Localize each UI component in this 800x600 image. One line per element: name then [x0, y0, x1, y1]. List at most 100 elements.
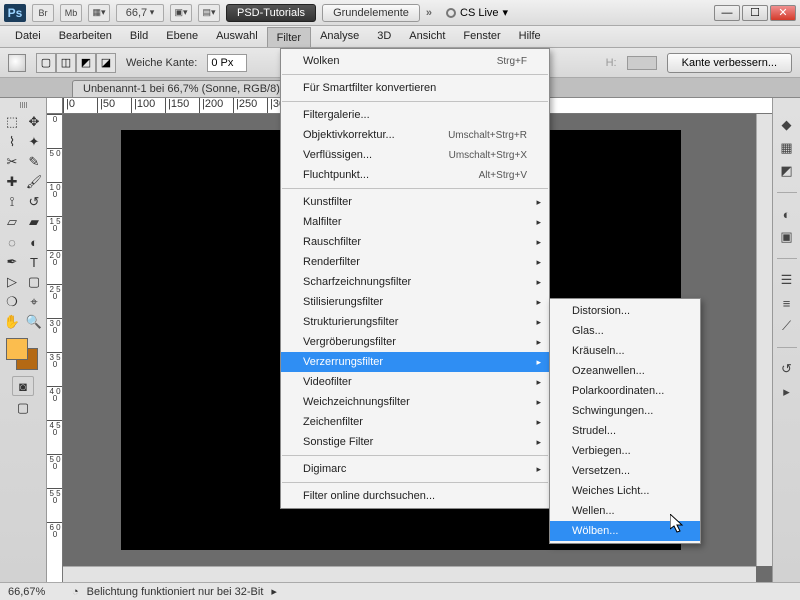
layers-panel-icon[interactable]: ☰: [778, 271, 796, 289]
mi-renderfilter[interactable]: Renderfilter: [281, 252, 549, 272]
swatches-panel-icon[interactable]: ▦: [778, 139, 796, 157]
smi-weiches-licht[interactable]: Weiches Licht...: [550, 481, 700, 501]
adjust-panel-icon[interactable]: ◐: [778, 205, 796, 223]
chevrons-icon[interactable]: »: [426, 7, 432, 19]
menu-hilfe[interactable]: Hilfe: [510, 26, 550, 47]
camera-tool-icon[interactable]: ⌖: [23, 292, 45, 312]
menu-bild[interactable]: Bild: [121, 26, 157, 47]
mi-filter-online[interactable]: Filter online durchsuchen...: [281, 486, 549, 506]
color-swatches[interactable]: [6, 338, 40, 372]
refine-edge-button[interactable]: Kante verbessern...: [667, 53, 792, 73]
mi-sonstige[interactable]: Sonstige Filter: [281, 432, 549, 452]
window-maximize-button[interactable]: ☐: [742, 5, 768, 21]
minibridge-icon[interactable]: Mb: [60, 4, 82, 22]
sel-sub-icon[interactable]: ◩: [76, 53, 96, 73]
window-close-button[interactable]: ✕: [770, 5, 796, 21]
wand-tool-icon[interactable]: ✦: [23, 132, 45, 152]
masks-panel-icon[interactable]: ▣: [778, 228, 796, 246]
screenmode-icon[interactable]: ▦▾: [88, 4, 110, 22]
mi-filtergalerie[interactable]: Filtergalerie...: [281, 105, 549, 125]
ruler-origin[interactable]: [47, 98, 63, 114]
status-zoom[interactable]: 66,67%: [8, 586, 64, 598]
smi-glas[interactable]: Glas...: [550, 321, 700, 341]
extras-icon[interactable]: ▤▾: [198, 4, 220, 22]
screenmode-tool-icon[interactable]: ▢: [12, 398, 34, 418]
bucket-tool-icon[interactable]: ▰: [23, 212, 45, 232]
psd-tutorials-button[interactable]: PSD-Tutorials: [226, 4, 316, 22]
hand-tool-icon[interactable]: ✋: [1, 312, 23, 332]
smi-schwingungen[interactable]: Schwingungen...: [550, 401, 700, 421]
path-tool-icon[interactable]: ▷: [1, 272, 23, 292]
smi-strudel[interactable]: Strudel...: [550, 421, 700, 441]
sel-int-icon[interactable]: ◪: [96, 53, 116, 73]
menu-datei[interactable]: Datei: [6, 26, 50, 47]
mi-kunstfilter[interactable]: Kunstfilter: [281, 192, 549, 212]
mi-weichzeichnung[interactable]: Weichzeichnungsfilter: [281, 392, 549, 412]
mi-zeichenfilter[interactable]: Zeichenfilter: [281, 412, 549, 432]
menu-fenster[interactable]: Fenster: [454, 26, 509, 47]
mi-scharfzeichnung[interactable]: Scharfzeichnungsfilter: [281, 272, 549, 292]
mi-verfluessigen[interactable]: Verflüssigen...Umschalt+Strg+X: [281, 145, 549, 165]
smi-polarkoord[interactable]: Polarkoordinaten...: [550, 381, 700, 401]
grundelemente-button[interactable]: Grundelemente: [322, 4, 420, 22]
3d-tool-icon[interactable]: ❍: [1, 292, 23, 312]
history-brush-icon[interactable]: ↺: [23, 192, 45, 212]
vertical-ruler[interactable]: 05 01 0 01 5 02 0 02 5 03 0 03 5 04 0 04…: [47, 114, 63, 582]
mi-vergroeberung[interactable]: Vergröberungsfilter: [281, 332, 549, 352]
smi-wellen[interactable]: Wellen...: [550, 501, 700, 521]
mi-objektiv[interactable]: Objektivkorrektur...Umschalt+Strg+R: [281, 125, 549, 145]
menu-filter[interactable]: Filter: [267, 27, 311, 47]
blur-tool-icon[interactable]: ◌: [1, 232, 23, 252]
color-panel-icon[interactable]: ◆: [778, 116, 796, 134]
smi-woelben[interactable]: Wölben...: [550, 521, 700, 541]
paths-panel-icon[interactable]: ⟋: [778, 317, 796, 335]
mi-digimarc[interactable]: Digimarc: [281, 459, 549, 479]
bridge-icon[interactable]: Br: [32, 4, 54, 22]
dodge-tool-icon[interactable]: ◐: [23, 232, 45, 252]
mi-wolken[interactable]: WolkenStrg+F: [281, 51, 549, 71]
history-panel-icon[interactable]: ↺: [778, 360, 796, 378]
lasso-tool-icon[interactable]: ⌇: [1, 132, 23, 152]
pen-tool-icon[interactable]: ✒: [1, 252, 23, 272]
mi-verzerrung[interactable]: Verzerrungsfilter: [281, 352, 549, 372]
cslive-button[interactable]: CS Live ▾: [446, 6, 508, 19]
window-minimize-button[interactable]: —: [714, 5, 740, 21]
smi-versetzen[interactable]: Versetzen...: [550, 461, 700, 481]
arrange-icon[interactable]: ▣▾: [170, 4, 192, 22]
smi-ozeanwellen[interactable]: Ozeanwellen...: [550, 361, 700, 381]
brush-tool-icon[interactable]: 🖌: [23, 172, 45, 192]
menu-ansicht[interactable]: Ansicht: [400, 26, 454, 47]
zoom-dropdown[interactable]: 66,7 ▾: [116, 4, 164, 22]
document-tab[interactable]: Unbenannt-1 bei 66,7% (Sonne, RGB/8) ×: [72, 80, 302, 97]
menu-ebene[interactable]: Ebene: [157, 26, 207, 47]
mi-malfilter[interactable]: Malfilter: [281, 212, 549, 232]
mi-smartfilter[interactable]: Für Smartfilter konvertieren: [281, 78, 549, 98]
eyedropper-tool-icon[interactable]: ✎: [23, 152, 45, 172]
tool-preset-icon[interactable]: [8, 54, 26, 72]
mi-rauschfilter[interactable]: Rauschfilter: [281, 232, 549, 252]
mi-videofilter[interactable]: Videofilter: [281, 372, 549, 392]
scrollbar-horizontal[interactable]: [63, 566, 756, 582]
type-tool-icon[interactable]: T: [23, 252, 45, 272]
menu-3d[interactable]: 3D: [368, 26, 400, 47]
status-arrow-icon[interactable]: ▸: [271, 585, 277, 598]
menu-bearbeiten[interactable]: Bearbeiten: [50, 26, 121, 47]
status-info-icon[interactable]: ◔: [72, 586, 79, 598]
scrollbar-vertical[interactable]: [756, 114, 772, 566]
feather-input[interactable]: [207, 54, 247, 72]
smi-verbiegen[interactable]: Verbiegen...: [550, 441, 700, 461]
actions-panel-icon[interactable]: ▸: [778, 383, 796, 401]
eraser-tool-icon[interactable]: ▱: [1, 212, 23, 232]
sel-add-icon[interactable]: ◫: [56, 53, 76, 73]
foreground-color[interactable]: [6, 338, 28, 360]
marquee-tool-icon[interactable]: ⬚: [1, 112, 23, 132]
crop-tool-icon[interactable]: ✂: [1, 152, 23, 172]
smi-distorsion[interactable]: Distorsion...: [550, 301, 700, 321]
zoom-tool-icon[interactable]: 🔍: [23, 312, 45, 332]
channels-panel-icon[interactable]: ≡: [778, 294, 796, 312]
menu-auswahl[interactable]: Auswahl: [207, 26, 267, 47]
styles-panel-icon[interactable]: ◩: [778, 162, 796, 180]
move-tool-icon[interactable]: ✥: [23, 112, 45, 132]
heal-tool-icon[interactable]: ✚: [1, 172, 23, 192]
quickmask-icon[interactable]: ◙: [12, 376, 34, 396]
